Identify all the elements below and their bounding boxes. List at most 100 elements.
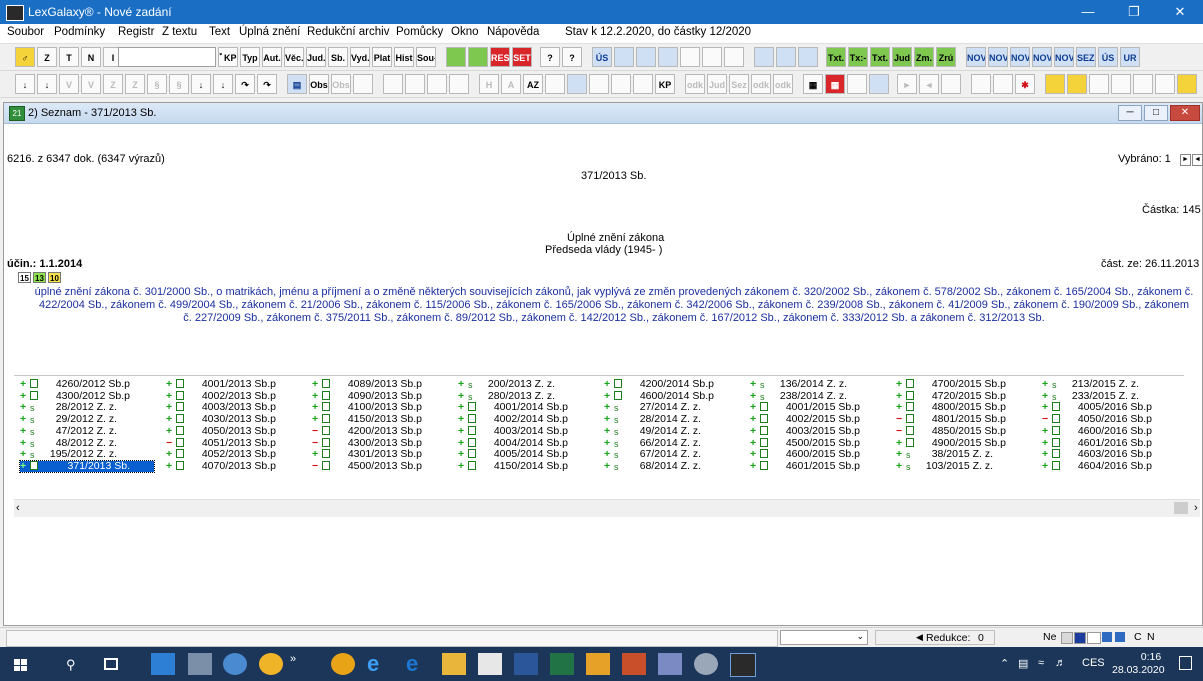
result-item[interactable]: + s 49/2014 Z. z. xyxy=(604,425,738,438)
window-1-icon[interactable] xyxy=(847,74,867,94)
maximize-button[interactable]: ❐ xyxy=(1111,0,1157,24)
notifications-icon[interactable] xyxy=(1179,656,1192,670)
plus-icon[interactable]: + xyxy=(20,425,29,438)
result-item[interactable]: + s 136/2014 Z. z. xyxy=(750,378,884,391)
plus-icon[interactable]: + xyxy=(896,460,905,473)
tool-doc-2-icon[interactable] xyxy=(636,47,656,67)
volume-icon[interactable]: ♬ xyxy=(1055,657,1066,669)
tool2-d-icon[interactable] xyxy=(449,74,469,94)
plus-icon[interactable]: + xyxy=(312,378,321,391)
plus-icon[interactable]: + xyxy=(458,378,467,391)
window-red-1-icon[interactable] xyxy=(971,74,991,94)
tool-doc-4-icon[interactable] xyxy=(680,47,700,67)
tool-sezn-zkr-button[interactable]: SEZN. ZKR. xyxy=(1076,47,1096,67)
jud-odk-icon[interactable]: Jud xyxy=(707,74,727,94)
tool2-p-icon[interactable] xyxy=(1177,74,1197,94)
menu-okno[interactable]: Okno xyxy=(451,26,479,38)
obs-icon[interactable]: Obs xyxy=(309,74,329,94)
result-item[interactable]: +4030/2013 Sb.p xyxy=(166,414,300,426)
result-item[interactable]: + s 47/2012 Z. z. xyxy=(20,425,154,438)
tool2-c-icon[interactable] xyxy=(427,74,447,94)
menu-registr[interactable]: Registr xyxy=(118,26,154,38)
network-icon[interactable]: ▤ xyxy=(1018,657,1028,670)
menu-text[interactable]: Text xyxy=(209,26,230,38)
plus-icon[interactable]: + xyxy=(458,425,467,438)
plus-icon[interactable]: + xyxy=(604,425,613,438)
arrow-down-2-icon[interactable]: ↓ xyxy=(37,74,57,94)
child-restore-button[interactable]: □ xyxy=(1144,105,1168,121)
result-item[interactable]: +4150/2013 Sb.p xyxy=(312,414,446,426)
menu-pomucky[interactable]: Pomůcky xyxy=(396,26,443,38)
result-item[interactable]: − 4801/2015 Sb.p xyxy=(896,414,1030,426)
arrow-left-icon[interactable]: ◀ xyxy=(916,632,923,643)
ie-icon[interactable]: e xyxy=(406,651,418,677)
minimize-button[interactable]: — xyxy=(1065,0,1111,24)
tool-txt-pos-button[interactable]: Txt. poš xyxy=(870,47,890,67)
result-item[interactable]: +4070/2013 Sb.p xyxy=(166,460,300,473)
search-combo[interactable] xyxy=(118,47,216,67)
plus-icon[interactable]: + xyxy=(312,449,321,461)
tool2-b-icon[interactable] xyxy=(405,74,425,94)
tool-reset-button[interactable]: RES xyxy=(490,47,510,67)
tool-help-2-icon[interactable]: ? xyxy=(562,47,582,67)
plus-icon[interactable]: + xyxy=(750,378,759,391)
taskbar-app-3-icon[interactable] xyxy=(223,653,247,675)
store-icon[interactable] xyxy=(478,653,502,675)
obs-disabled-icon[interactable]: Obs xyxy=(331,74,351,94)
tool2-g-icon[interactable] xyxy=(589,74,609,94)
asterisk-icon[interactable]: ✱ xyxy=(1015,74,1035,94)
result-item[interactable]: +4050/2013 Sb.p xyxy=(166,425,300,438)
window-red-2-icon[interactable] xyxy=(993,74,1013,94)
tool-tx-zm-button[interactable]: Tx:- zm§ xyxy=(848,47,868,67)
odk-1-icon[interactable]: odk xyxy=(685,74,705,94)
link-2-icon[interactable]: ↷ xyxy=(257,74,277,94)
plus-icon[interactable]: + xyxy=(604,414,613,426)
tool-doc-9-icon[interactable] xyxy=(798,47,818,67)
tool2-e-icon[interactable] xyxy=(545,74,565,94)
tool-doc-6-icon[interactable] xyxy=(724,47,744,67)
close-button[interactable]: ✕ xyxy=(1157,0,1203,24)
status-icon-1[interactable] xyxy=(1061,632,1073,644)
clock-date[interactable]: 28.03.2020 xyxy=(1112,664,1165,676)
tool2-f-icon[interactable] xyxy=(567,74,587,94)
combo-chevron-down-icon[interactable]: ⌄ xyxy=(856,631,864,642)
minus-icon[interactable]: − xyxy=(312,425,321,438)
plus-icon[interactable]: + xyxy=(896,449,905,461)
powerpoint-icon[interactable] xyxy=(622,653,646,675)
tool-help-1-icon[interactable]: ? xyxy=(540,47,560,67)
tool-kp-button[interactable]: ﾞKP xyxy=(218,47,238,67)
blank-disabled-icon[interactable] xyxy=(353,74,373,94)
plus-icon[interactable]: + xyxy=(458,449,467,461)
para-disabled-icon[interactable]: § xyxy=(147,74,167,94)
result-item[interactable]: + s 29/2012 Z. z. xyxy=(20,414,154,426)
tool-soubor-button[interactable]: Sou- ?bor xyxy=(416,47,436,67)
app-yellow-icon[interactable] xyxy=(586,653,610,675)
prev-doc-icon[interactable]: ◄ xyxy=(1192,154,1203,166)
plus-icon[interactable]: + xyxy=(166,449,175,461)
status-combo[interactable]: ⌄ xyxy=(780,630,868,645)
tool2-n-icon[interactable] xyxy=(1133,74,1153,94)
taskbar-app-2-icon[interactable] xyxy=(188,653,212,675)
result-item[interactable]: − 4850/2015 Sb.p xyxy=(896,425,1030,438)
plus-icon[interactable]: + xyxy=(20,414,29,426)
plus-icon[interactable]: + xyxy=(1042,425,1051,438)
status-icon-2[interactable] xyxy=(1074,632,1086,644)
tool-doc-1-icon[interactable] xyxy=(614,47,634,67)
tool-plat-button[interactable]: Plat ? xyxy=(372,47,392,67)
plus-icon[interactable]: + xyxy=(1042,378,1051,391)
result-item[interactable]: +4001/2013 Sb.p xyxy=(166,378,300,391)
tool-jud-button[interactable]: Jud. ? xyxy=(306,47,326,67)
tool-sb-button[interactable]: Sb. ? xyxy=(328,47,348,67)
result-item[interactable]: +4260/2012 Sb.p xyxy=(20,378,154,391)
tool-green-2-icon[interactable] xyxy=(468,47,488,67)
result-item[interactable]: − 4050/2016 Sb.p xyxy=(1042,414,1176,426)
tool2-a-icon[interactable] xyxy=(383,74,403,94)
result-item[interactable]: +4301/2013 Sb.p xyxy=(312,449,446,461)
sez-odk-icon[interactable]: Sez xyxy=(729,74,749,94)
menu-ztextu[interactable]: Z textu xyxy=(162,26,197,38)
tool-typ-button[interactable]: Typ xyxy=(240,47,260,67)
minus-icon[interactable]: − xyxy=(896,414,905,426)
plus-icon[interactable]: + xyxy=(20,449,29,461)
arrow-down-3-icon[interactable]: ↓ xyxy=(191,74,211,94)
tool2-m-icon[interactable] xyxy=(1111,74,1131,94)
